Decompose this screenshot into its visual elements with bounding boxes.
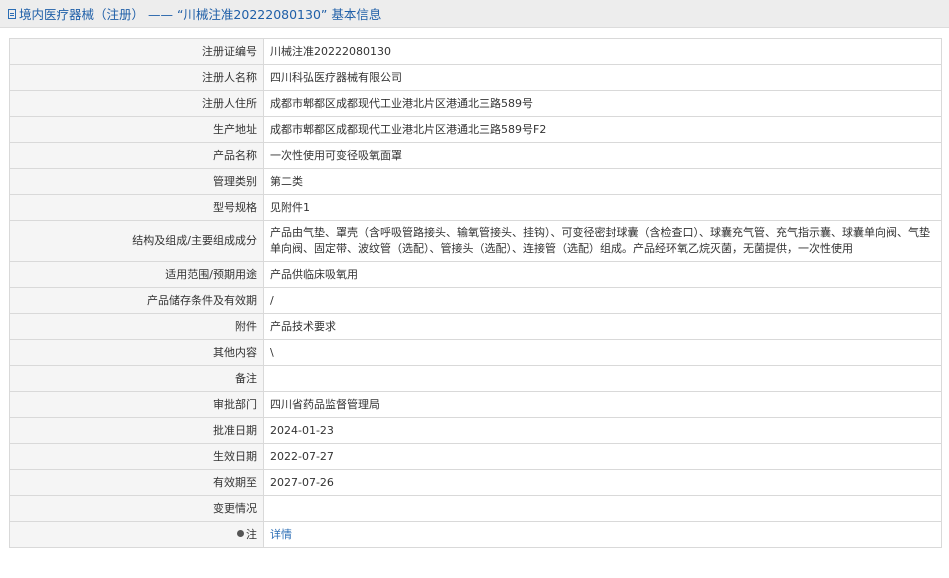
table-row: 产品名称 一次性使用可变径吸氧面罩: [9, 142, 942, 169]
row-label: 注册证编号: [9, 38, 264, 65]
table-row: 管理类别 第二类: [9, 168, 942, 195]
row-label: 注册人住所: [9, 90, 264, 117]
row-label: 结构及组成/主要组成成分: [9, 220, 264, 262]
row-label: 其他内容: [9, 339, 264, 366]
row-value: 川械注准20222080130: [263, 38, 942, 65]
row-value: 四川科弘医疗器械有限公司: [263, 64, 942, 91]
note-value-cell: 详情: [263, 521, 942, 548]
table-row: 备注: [9, 365, 942, 392]
table-row: 注册人名称 四川科弘医疗器械有限公司: [9, 64, 942, 91]
row-value: [263, 495, 942, 522]
row-label: 附件: [9, 313, 264, 340]
table-row: 生产地址 成都市郫都区成都现代工业港北片区港通北三路589号F2: [9, 116, 942, 143]
table-row: 产品储存条件及有效期 /: [9, 287, 942, 314]
row-label: 型号规格: [9, 194, 264, 221]
row-value: 四川省药品监督管理局: [263, 391, 942, 418]
row-label: 产品名称: [9, 142, 264, 169]
row-label: 审批部门: [9, 391, 264, 418]
table-row: 注册人住所 成都市郫都区成都现代工业港北片区港通北三路589号: [9, 90, 942, 117]
row-label: 管理类别: [9, 168, 264, 195]
row-value: 2027-07-26: [263, 469, 942, 496]
page-header: 境内医疗器械（注册） —— “川械注准20222080130” 基本信息: [0, 0, 949, 28]
row-label: 注册人名称: [9, 64, 264, 91]
document-icon: [8, 8, 16, 19]
row-value: 见附件1: [263, 194, 942, 221]
table-row: 适用范围/预期用途 产品供临床吸氧用: [9, 261, 942, 288]
row-label: 生效日期: [9, 443, 264, 470]
page-title: 境内医疗器械（注册） —— “川械注准20222080130” 基本信息: [19, 7, 382, 22]
note-label: 注: [246, 527, 257, 541]
table-row: 有效期至 2027-07-26: [9, 469, 942, 496]
table-row: 批准日期 2024-01-23: [9, 417, 942, 444]
details-link[interactable]: 详情: [270, 528, 292, 541]
table-row: 变更情况: [9, 495, 942, 522]
row-value: 产品技术要求: [263, 313, 942, 340]
table-row: 生效日期 2022-07-27: [9, 443, 942, 470]
row-value: 成都市郫都区成都现代工业港北片区港通北三路589号: [263, 90, 942, 117]
row-value: 一次性使用可变径吸氧面罩: [263, 142, 942, 169]
row-value: 2024-01-23: [263, 417, 942, 444]
row-label: 批准日期: [9, 417, 264, 444]
row-label: 适用范围/预期用途: [9, 261, 264, 288]
row-label: 备注: [9, 365, 264, 392]
table-row: 审批部门 四川省药品监督管理局: [9, 391, 942, 418]
table-row: 型号规格 见附件1: [9, 194, 942, 221]
row-label: 生产地址: [9, 116, 264, 143]
row-value: 成都市郫都区成都现代工业港北片区港通北三路589号F2: [263, 116, 942, 143]
table-row: 其他内容 \: [9, 339, 942, 366]
row-value: 2022-07-27: [263, 443, 942, 470]
row-value: \: [263, 339, 942, 366]
row-label: 有效期至: [9, 469, 264, 496]
row-label: 产品储存条件及有效期: [9, 287, 264, 314]
note-label-cell: 注: [9, 521, 264, 548]
table-row: 结构及组成/主要组成成分 产品由气垫、罩壳（含呼吸管路接头、输氧管接头、挂钩）、可…: [9, 220, 942, 262]
table-row: 附件 产品技术要求: [9, 313, 942, 340]
row-value: 产品由气垫、罩壳（含呼吸管路接头、输氧管接头、挂钩）、可变径密封球囊（含检查口）…: [263, 220, 942, 262]
info-table: 注册证编号 川械注准20222080130 注册人名称 四川科弘医疗器械有限公司 注…: [9, 38, 942, 548]
row-value: /: [263, 287, 942, 314]
table-row: 注册证编号 川械注准20222080130: [9, 38, 942, 65]
row-value: 第二类: [263, 168, 942, 195]
row-label: 变更情况: [9, 495, 264, 522]
pin-icon: [237, 530, 244, 537]
row-value: 产品供临床吸氧用: [263, 261, 942, 288]
row-value: [263, 365, 942, 392]
table-row-note: 注 详情: [9, 521, 942, 548]
